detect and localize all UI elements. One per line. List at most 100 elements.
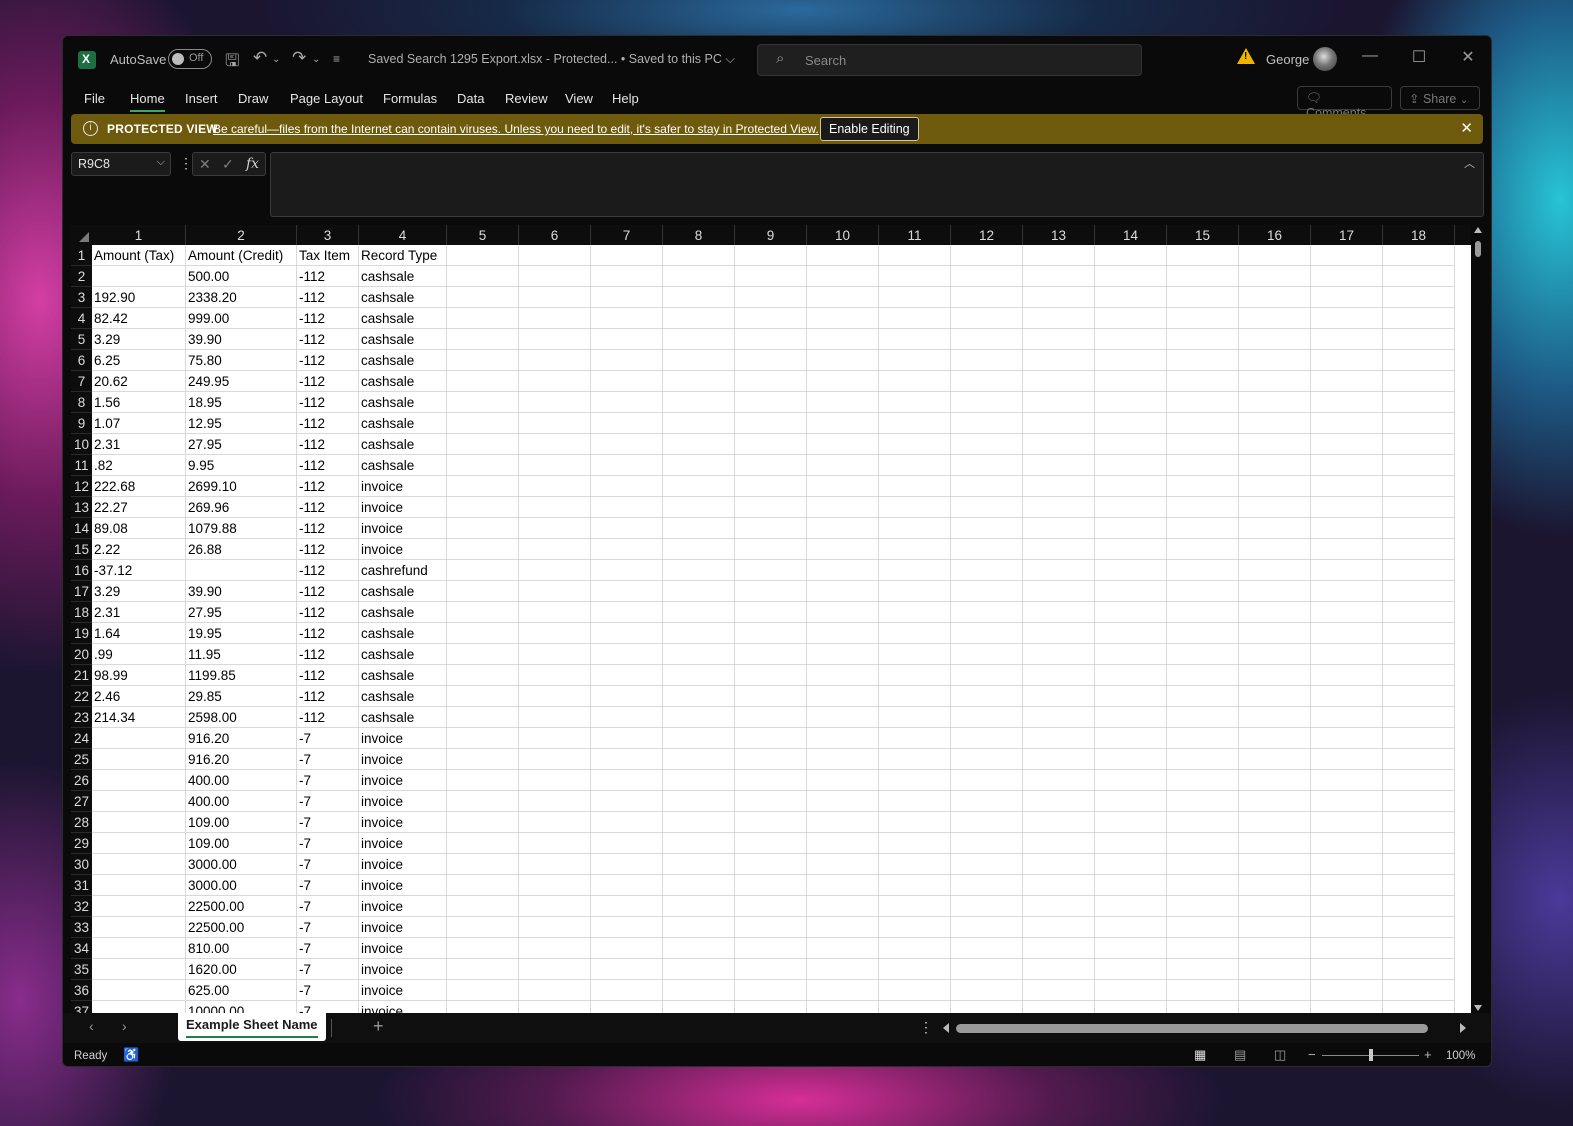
- cell[interactable]: [447, 854, 519, 875]
- cell[interactable]: invoice: [359, 980, 447, 1001]
- cell[interactable]: -112: [297, 497, 359, 518]
- row-header[interactable]: 20: [71, 644, 92, 665]
- cell[interactable]: [447, 707, 519, 728]
- cell[interactable]: [1167, 896, 1239, 917]
- cell[interactable]: [1095, 896, 1167, 917]
- cell[interactable]: [663, 266, 735, 287]
- cell[interactable]: [1239, 623, 1311, 644]
- cell[interactable]: [1311, 917, 1383, 938]
- cell[interactable]: [735, 392, 807, 413]
- cell[interactable]: [1095, 413, 1167, 434]
- cell[interactable]: invoice: [359, 896, 447, 917]
- cell[interactable]: [663, 854, 735, 875]
- cell[interactable]: [879, 938, 951, 959]
- cell[interactable]: [1239, 812, 1311, 833]
- cell[interactable]: [1311, 770, 1383, 791]
- cell[interactable]: [663, 917, 735, 938]
- cell[interactable]: [735, 917, 807, 938]
- cell[interactable]: -112: [297, 308, 359, 329]
- cell[interactable]: [1311, 371, 1383, 392]
- cell[interactable]: [807, 980, 879, 1001]
- cell[interactable]: [663, 581, 735, 602]
- cell[interactable]: [807, 497, 879, 518]
- cell[interactable]: 500.00: [186, 266, 297, 287]
- cell[interactable]: [591, 938, 663, 959]
- cell[interactable]: [519, 329, 591, 350]
- cell[interactable]: [1023, 476, 1095, 497]
- horizontal-scroll-thumb[interactable]: [956, 1024, 1428, 1033]
- cell[interactable]: 39.90: [186, 581, 297, 602]
- cell[interactable]: [1239, 413, 1311, 434]
- cell[interactable]: [1095, 350, 1167, 371]
- cell[interactable]: invoice: [359, 539, 447, 560]
- cell[interactable]: [1095, 308, 1167, 329]
- save-icon[interactable]: 🖫: [225, 48, 239, 77]
- cell[interactable]: [1023, 497, 1095, 518]
- cell[interactable]: cashsale: [359, 308, 447, 329]
- comments-button[interactable]: 🗨 Comments: [1297, 86, 1392, 120]
- cell[interactable]: [663, 1001, 735, 1013]
- cell[interactable]: [663, 707, 735, 728]
- cell[interactable]: [1095, 245, 1167, 266]
- row-header[interactable]: 5: [71, 329, 92, 350]
- cell[interactable]: [1167, 392, 1239, 413]
- cell[interactable]: [519, 980, 591, 1001]
- cell[interactable]: [1239, 476, 1311, 497]
- cell[interactable]: [447, 728, 519, 749]
- cell[interactable]: -112: [297, 287, 359, 308]
- cell[interactable]: [1311, 644, 1383, 665]
- cell[interactable]: [663, 392, 735, 413]
- cell[interactable]: [807, 623, 879, 644]
- cell[interactable]: [663, 560, 735, 581]
- cell[interactable]: [1023, 413, 1095, 434]
- cell[interactable]: [1023, 623, 1095, 644]
- cell[interactable]: [1167, 287, 1239, 308]
- cell[interactable]: [1167, 770, 1239, 791]
- cell[interactable]: -7: [297, 875, 359, 896]
- cell[interactable]: [735, 371, 807, 392]
- cell[interactable]: [1167, 707, 1239, 728]
- cell[interactable]: 249.95: [186, 371, 297, 392]
- cell[interactable]: invoice: [359, 917, 447, 938]
- cell[interactable]: [1095, 854, 1167, 875]
- cell[interactable]: [1239, 707, 1311, 728]
- cell[interactable]: [735, 623, 807, 644]
- cell[interactable]: [1239, 770, 1311, 791]
- row-header[interactable]: 12: [71, 476, 92, 497]
- tab-formulas[interactable]: Formulas: [383, 91, 437, 106]
- cell[interactable]: [1167, 1001, 1239, 1013]
- cell[interactable]: [735, 287, 807, 308]
- cell[interactable]: 1.64: [92, 623, 186, 644]
- cell[interactable]: [735, 896, 807, 917]
- cell[interactable]: [1167, 665, 1239, 686]
- column-header[interactable]: 7: [591, 225, 663, 245]
- cell[interactable]: [1239, 875, 1311, 896]
- column-header[interactable]: 14: [1095, 225, 1167, 245]
- column-header[interactable]: 8: [663, 225, 735, 245]
- cell[interactable]: [1311, 602, 1383, 623]
- cell[interactable]: [951, 287, 1023, 308]
- cell[interactable]: [807, 308, 879, 329]
- cell[interactable]: [663, 497, 735, 518]
- cell[interactable]: [1383, 644, 1455, 665]
- cell[interactable]: [1095, 455, 1167, 476]
- cell[interactable]: [591, 581, 663, 602]
- cell[interactable]: [1383, 266, 1455, 287]
- cell[interactable]: cashsale: [359, 266, 447, 287]
- cell[interactable]: [591, 455, 663, 476]
- cell[interactable]: [1095, 749, 1167, 770]
- cell[interactable]: [1311, 287, 1383, 308]
- maximize-icon[interactable]: ☐: [1399, 47, 1439, 67]
- cell[interactable]: .99: [92, 644, 186, 665]
- cell[interactable]: [92, 266, 186, 287]
- cell[interactable]: [1239, 266, 1311, 287]
- cell[interactable]: [879, 749, 951, 770]
- cell[interactable]: [1239, 854, 1311, 875]
- cell[interactable]: [519, 812, 591, 833]
- cell[interactable]: 75.80: [186, 350, 297, 371]
- cell[interactable]: [807, 476, 879, 497]
- cell[interactable]: cashsale: [359, 665, 447, 686]
- cell[interactable]: [1239, 791, 1311, 812]
- cell[interactable]: [807, 287, 879, 308]
- accessibility-icon[interactable]: ♿: [123, 1047, 139, 1063]
